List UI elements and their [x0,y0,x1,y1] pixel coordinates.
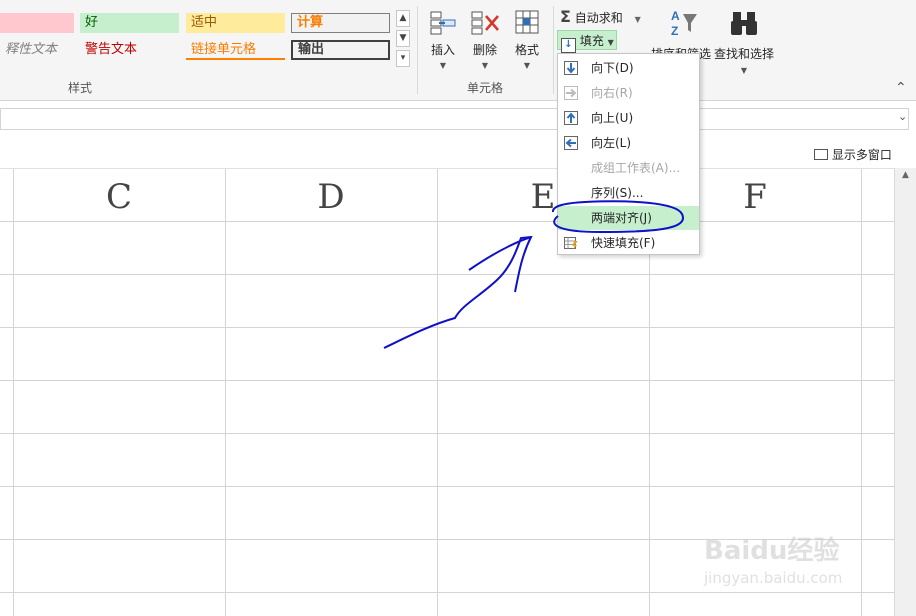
watermark-brand: Baidu经验 [704,536,840,566]
annotation-arrow-stroke [383,235,533,349]
hand-drawn-annotation [383,200,684,349]
baidu-watermark: Baidu经验 jingyan.baidu.com [704,530,874,600]
watermark-url: jingyan.baidu.com [704,569,843,587]
highlight-circle-stroke [552,200,684,234]
